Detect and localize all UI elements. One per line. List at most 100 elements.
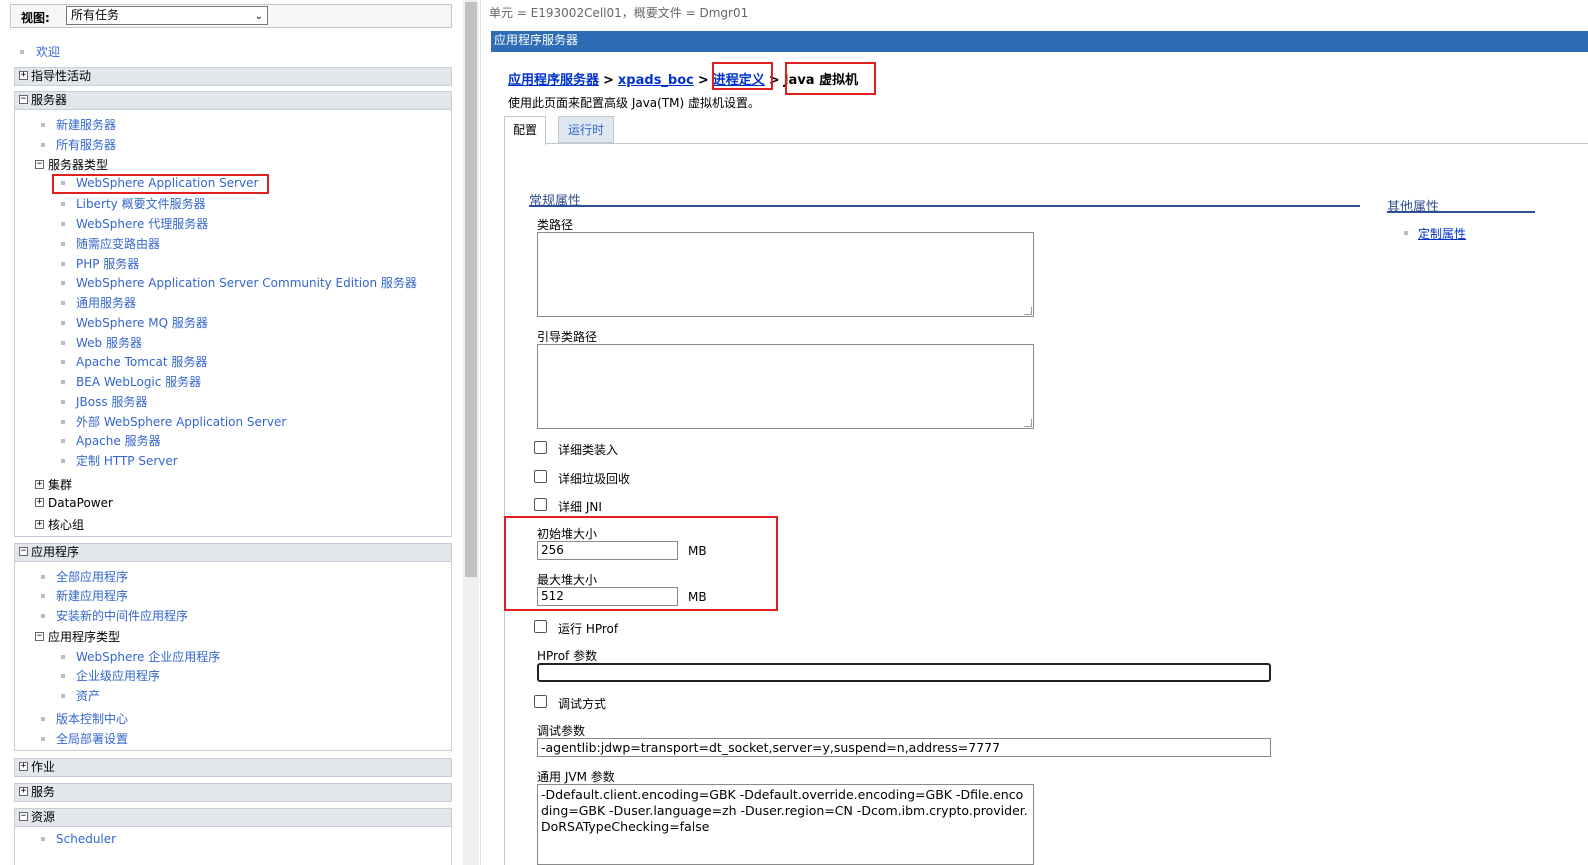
- nav-link-server-type-mq[interactable]: WebSphere MQ 服务器: [61, 314, 208, 331]
- nav-link-label: 所有服务器: [56, 138, 117, 152]
- debug-mode-checkbox[interactable]: [534, 695, 547, 708]
- nav-link-label: WebSphere MQ 服务器: [76, 316, 208, 330]
- nav-link-new-server[interactable]: 新建服务器: [41, 116, 116, 133]
- nav-link-app-type-websphere[interactable]: WebSphere 企业应用程序: [61, 648, 220, 665]
- nav-link-label: 资产: [76, 689, 101, 703]
- cell-profile-info: 单元 = E193002Cell01，概要文件 = Dmgr01: [489, 6, 749, 20]
- verbose-class-loading-checkbox[interactable]: [534, 441, 547, 454]
- boot-classpath-textarea[interactable]: [537, 344, 1034, 429]
- bullet-icon: [61, 379, 65, 384]
- jvm-args-label: 通用 JVM 参数: [537, 770, 615, 784]
- nav-link-server-type-web[interactable]: Web 服务器: [61, 334, 142, 351]
- nav-folder-datapower[interactable]: + DataPower: [35, 496, 113, 510]
- pane-divider: [480, 0, 481, 865]
- nav-section-guided[interactable]: + 指导性活动: [14, 67, 452, 86]
- nav-link-label: 外部 WebSphere Application Server: [76, 415, 287, 429]
- nav-link-version-control[interactable]: 版本控制中心: [41, 710, 128, 727]
- highlight-jvm-current: [785, 62, 876, 95]
- nav-link-label: Web 服务器: [76, 336, 142, 350]
- hprof-args-input[interactable]: [537, 663, 1271, 682]
- nav-section-label: 应用程序: [31, 545, 80, 559]
- run-hprof-checkbox[interactable]: [534, 620, 547, 633]
- nav-section-label: 指导性活动: [31, 69, 92, 83]
- nav-link-server-type-weblogic[interactable]: BEA WebLogic 服务器: [61, 373, 201, 390]
- verbose-jni-label: 详细 JNI: [558, 500, 602, 514]
- nav-link-server-type-custom-http[interactable]: 定制 HTTP Server: [61, 452, 178, 469]
- nav-link-all-servers[interactable]: 所有服务器: [41, 136, 116, 153]
- nav-folder-app-types[interactable]: − 应用程序类型: [35, 628, 120, 645]
- applications-tree: 全部应用程序 新建应用程序 安装新的中间件应用程序 − 应用程序类型 WebSph…: [14, 562, 452, 751]
- view-select[interactable]: 所有任务 ⌄: [66, 6, 268, 25]
- nav-link-label: Apache 服务器: [76, 434, 161, 448]
- nav-link-scheduler[interactable]: Scheduler: [41, 832, 116, 846]
- jvm-args-textarea[interactable]: -Ddefault.client.encoding=GBK -Ddefault.…: [537, 784, 1034, 865]
- nav-link-install-middleware-app[interactable]: 安装新的中间件应用程序: [41, 607, 188, 624]
- nav-link-server-type-external-was[interactable]: 外部 WebSphere Application Server: [61, 413, 286, 430]
- bullet-icon: [61, 673, 65, 678]
- nav-link-welcome[interactable]: 欢迎: [36, 43, 60, 60]
- bullet-icon: [41, 836, 45, 841]
- collapse-icon: −: [35, 631, 44, 641]
- nav-link-label: WebSphere Application Server Community E…: [76, 276, 417, 290]
- nav-link-server-type-proxy[interactable]: WebSphere 代理服务器: [61, 215, 208, 232]
- nav-scrollbar-thumb[interactable]: [465, 2, 477, 577]
- highlight-was-link: [52, 174, 269, 194]
- nav-link-app-type-enterprise[interactable]: 企业级应用程序: [61, 667, 160, 684]
- classpath-textarea[interactable]: [537, 232, 1034, 317]
- nav-link-label: Scheduler: [56, 832, 117, 846]
- nav-link-label: BEA WebLogic 服务器: [76, 375, 202, 389]
- nav-link-label: 随需应变路由器: [76, 237, 161, 251]
- nav-link-server-type-jboss[interactable]: JBoss 服务器: [61, 393, 147, 410]
- debug-args-input[interactable]: -agentlib:jdwp=transport=dt_socket,serve…: [537, 738, 1271, 757]
- nav-link-app-type-assets[interactable]: 资产: [61, 687, 100, 704]
- nav-link-label: 版本控制中心: [56, 712, 129, 726]
- nav-link-server-type-liberty[interactable]: Liberty 概要文件服务器: [61, 195, 206, 212]
- custom-properties-link[interactable]: 定制属性: [1418, 225, 1466, 242]
- nav-link-label: 新建应用程序: [56, 589, 129, 603]
- nav-link-server-type-wasce[interactable]: WebSphere Application Server Community E…: [61, 274, 417, 291]
- collapse-icon: −: [19, 546, 28, 556]
- nav-link-server-type-odr[interactable]: 随需应变路由器: [61, 235, 160, 252]
- nav-link-all-apps[interactable]: 全部应用程序: [41, 568, 128, 585]
- bullet-icon: [61, 241, 65, 246]
- bullet-icon: [61, 693, 65, 698]
- breadcrumb-server[interactable]: xpads_boc: [618, 73, 694, 88]
- nav-link-global-deploy[interactable]: 全局部署设置: [41, 730, 128, 747]
- resources-tree: Scheduler: [14, 827, 452, 865]
- bullet-icon: [61, 458, 65, 463]
- breadcrumb-app-servers[interactable]: 应用程序服务器: [508, 73, 599, 88]
- nav-folder-server-types[interactable]: − 服务器类型: [35, 156, 108, 173]
- nav-section-services[interactable]: + 服务: [14, 783, 452, 802]
- nav-section-resources[interactable]: − 资源: [14, 808, 452, 827]
- bullet-icon: [41, 716, 45, 721]
- expand-icon: +: [35, 519, 44, 529]
- verbose-gc-label: 详细垃圾回收: [558, 472, 631, 486]
- verbose-jni-checkbox[interactable]: [534, 498, 547, 511]
- resize-grip-icon[interactable]: [1024, 307, 1032, 315]
- nav-section-label: 资源: [31, 810, 56, 824]
- collapse-icon: −: [19, 811, 28, 821]
- jvm-args-value: -Ddefault.client.encoding=GBK -Ddefault.…: [541, 787, 1028, 834]
- tab-runtime[interactable]: 运行时: [558, 116, 614, 143]
- nav-link-new-app[interactable]: 新建应用程序: [41, 587, 128, 604]
- nav-link-server-type-apache[interactable]: Apache 服务器: [61, 432, 161, 449]
- nav-link-label: 安装新的中间件应用程序: [56, 609, 189, 623]
- nav-section-jobs[interactable]: + 作业: [14, 758, 452, 777]
- bullet-icon: [61, 340, 65, 345]
- page-title-bar: 应用程序服务器: [491, 31, 1588, 50]
- resize-grip-icon[interactable]: [1024, 419, 1032, 427]
- verbose-gc-checkbox[interactable]: [534, 470, 547, 483]
- nav-link-label: JBoss 服务器: [76, 395, 148, 409]
- nav-folder-core-groups[interactable]: + 核心组: [35, 516, 84, 533]
- tab-configuration[interactable]: 配置: [504, 116, 546, 145]
- nav-section-applications[interactable]: − 应用程序: [14, 543, 452, 562]
- bullet-icon: [41, 593, 45, 598]
- bullet-icon: [41, 736, 45, 741]
- nav-link-server-type-tomcat[interactable]: Apache Tomcat 服务器: [61, 353, 207, 370]
- expand-icon: +: [35, 479, 44, 489]
- nav-folder-clusters[interactable]: + 集群: [35, 476, 72, 493]
- nav-link-server-type-php[interactable]: PHP 服务器: [61, 255, 139, 272]
- collapse-icon: −: [19, 94, 28, 104]
- nav-link-server-type-generic[interactable]: 通用服务器: [61, 294, 136, 311]
- nav-section-servers[interactable]: − 服务器: [14, 91, 452, 110]
